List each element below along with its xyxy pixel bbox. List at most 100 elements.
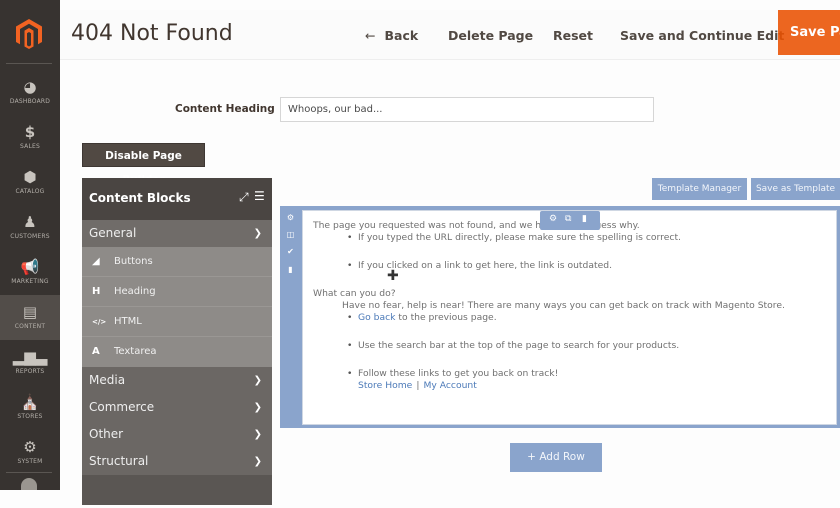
content-blocks-panel: Content Blocks ⤢ ☰ General ❯ ◢ Buttons H… [82, 178, 272, 505]
arrow-left-icon: ← [365, 28, 376, 43]
expand-icon[interactable]: ⤢ [239, 190, 249, 205]
general-items: ◢ Buttons H Heading </> HTML A Textarea [82, 247, 272, 367]
gear-icon[interactable]: ⚙ [549, 214, 557, 224]
back-button[interactable]: ← Back [365, 28, 418, 43]
duplicate-icon[interactable]: ⧉ [565, 214, 571, 224]
block-options-toolbar: ⚙ ⧉ ▮ [540, 211, 600, 230]
block-buttons[interactable]: ◢ Buttons [82, 247, 272, 277]
group-label: Other [89, 427, 124, 441]
block-heading[interactable]: H Heading [82, 277, 272, 307]
bar-chart-icon: ▂▆▃ [12, 348, 48, 366]
magento-logo[interactable] [15, 18, 43, 50]
block-textarea[interactable]: A Textarea [82, 337, 272, 367]
link-separator: | [416, 379, 420, 391]
person-icon: ♟ [23, 213, 37, 231]
list-item: Follow these links to get you back on tr… [347, 368, 826, 380]
sidebar-divider [6, 472, 52, 473]
store-home-link[interactable]: Store Home [358, 380, 412, 391]
group-structural[interactable]: Structural ❯ [82, 448, 272, 475]
list-item: Go back to the previous page. [347, 312, 826, 324]
content-heading-input[interactable] [280, 97, 654, 122]
text-content[interactable]: The page you requested was not found, an… [313, 220, 826, 392]
group-media[interactable]: Media ❯ [82, 367, 272, 394]
content-blocks-title: Content Blocks [89, 191, 191, 205]
chevron-down-icon: ❯ [253, 375, 262, 386]
back-label: Back [384, 28, 419, 43]
block-label: Heading [114, 286, 156, 297]
text-block[interactable]: The page you requested was not found, an… [302, 210, 837, 425]
content-blocks-footer [82, 475, 272, 505]
sidebar-item-content[interactable]: ▤ CONTENT [0, 295, 60, 340]
megaphone-icon: 📢 [20, 258, 40, 276]
text-icon: A [92, 346, 100, 357]
sidebar-item-customers[interactable]: ♟ CUSTOMERS [0, 205, 60, 250]
group-label: General [89, 226, 137, 240]
page-header: 404 Not Found ← Back Delete Page Reset Sa… [60, 10, 840, 60]
block-label: Buttons [114, 256, 153, 267]
action-list: Go back to the previous page. Use the se… [347, 312, 826, 392]
save-and-continue-button[interactable]: Save and Continue Edit [620, 28, 784, 43]
save-as-template-button[interactable]: Save as Template [751, 178, 840, 200]
template-manager-button[interactable]: Template Manager [652, 178, 747, 200]
storefront-icon: ⛪ [20, 393, 40, 411]
columns-icon[interactable]: ◫ [285, 229, 296, 240]
add-row-button[interactable]: + Add Row [510, 443, 602, 472]
reason-list: If you typed the URL directly, please ma… [347, 232, 826, 272]
layout-icon: ▤ [22, 303, 38, 321]
save-page-button[interactable]: Save Page [778, 10, 840, 55]
chevron-down-icon: ❯ [253, 456, 262, 467]
block-html[interactable]: </> HTML [82, 307, 272, 337]
plus-icon: + [527, 451, 540, 463]
reset-button[interactable]: Reset [553, 28, 593, 43]
group-label: Structural [89, 454, 149, 468]
cursor-icon: ◢ [92, 256, 100, 267]
sidebar-item-marketing[interactable]: 📢 MARKETING [0, 250, 60, 295]
page-title: 404 Not Found [71, 21, 233, 46]
go-back-link[interactable]: Go back [358, 312, 396, 323]
disable-page-builder-button[interactable]: Disable Page Builder [82, 143, 205, 186]
sidebar-item-dashboard[interactable]: ◕ DASHBOARD [0, 70, 60, 115]
sidebar-item-sales[interactable]: $ SALES [0, 115, 60, 160]
group-other[interactable]: Other ❯ [82, 421, 272, 448]
link-row: Store Home | My Account [358, 380, 826, 392]
list-item: If you typed the URL directly, please ma… [347, 232, 826, 244]
content-blocks-header[interactable]: Content Blocks ⤢ ☰ [82, 178, 272, 220]
trash-icon[interactable]: ▮ [582, 214, 587, 224]
chevron-down-icon: ❯ [253, 228, 262, 239]
chevron-down-icon: ❯ [253, 402, 262, 413]
gear-icon: ⚙ [23, 438, 37, 456]
move-cursor-icon: ✚ [387, 268, 399, 284]
group-label: Commerce [89, 400, 155, 414]
gear-icon[interactable]: ⚙ [285, 212, 296, 223]
duplicate-icon[interactable]: ✔ [285, 246, 296, 257]
dollar-icon: $ [24, 123, 36, 141]
group-general[interactable]: General ❯ [82, 220, 272, 247]
delete-page-button[interactable]: Delete Page [448, 28, 533, 43]
box-icon: ⬢ [23, 168, 37, 186]
sidebar-item-system[interactable]: ⚙ SYSTEM [0, 430, 60, 475]
page-builder-stage: ⚙ ◫ ✔ ▮ The page you requested was not f… [280, 206, 840, 428]
menu-icon[interactable]: ☰ [254, 189, 265, 203]
group-label: Media [89, 373, 126, 387]
chevron-down-icon: ❯ [253, 429, 262, 440]
sidebar-item-reports[interactable]: ▂▆▃ REPORTS [0, 340, 60, 385]
block-label: Textarea [114, 346, 157, 357]
sidebar-divider [6, 63, 52, 64]
trash-icon[interactable]: ▮ [285, 264, 296, 275]
my-account-link[interactable]: My Account [423, 380, 476, 391]
content-heading-label: Content Heading [175, 103, 275, 115]
heading-icon: H [92, 286, 101, 297]
add-row-label: Add Row [539, 451, 585, 463]
sidebar-item-catalog[interactable]: ⬢ CATALOG [0, 160, 60, 205]
partners-icon[interactable] [21, 478, 37, 490]
help-text: Have no fear, help is near! There are ma… [342, 299, 785, 311]
block-label: HTML [114, 316, 142, 327]
sidebar-item-stores[interactable]: ⛪ STORES [0, 385, 60, 430]
list-item: If you clicked on a link to get here, th… [347, 260, 826, 272]
admin-sidebar: ◕ DASHBOARD $ SALES ⬢ CATALOG ♟ CUSTOMER… [0, 0, 60, 490]
gauge-icon: ◕ [23, 78, 37, 96]
row-toolbar: ⚙ ◫ ✔ ▮ [280, 206, 302, 428]
list-item: Use the search bar at the top of the pag… [347, 340, 826, 352]
code-icon: </> [92, 318, 107, 326]
group-commerce[interactable]: Commerce ❯ [82, 394, 272, 421]
